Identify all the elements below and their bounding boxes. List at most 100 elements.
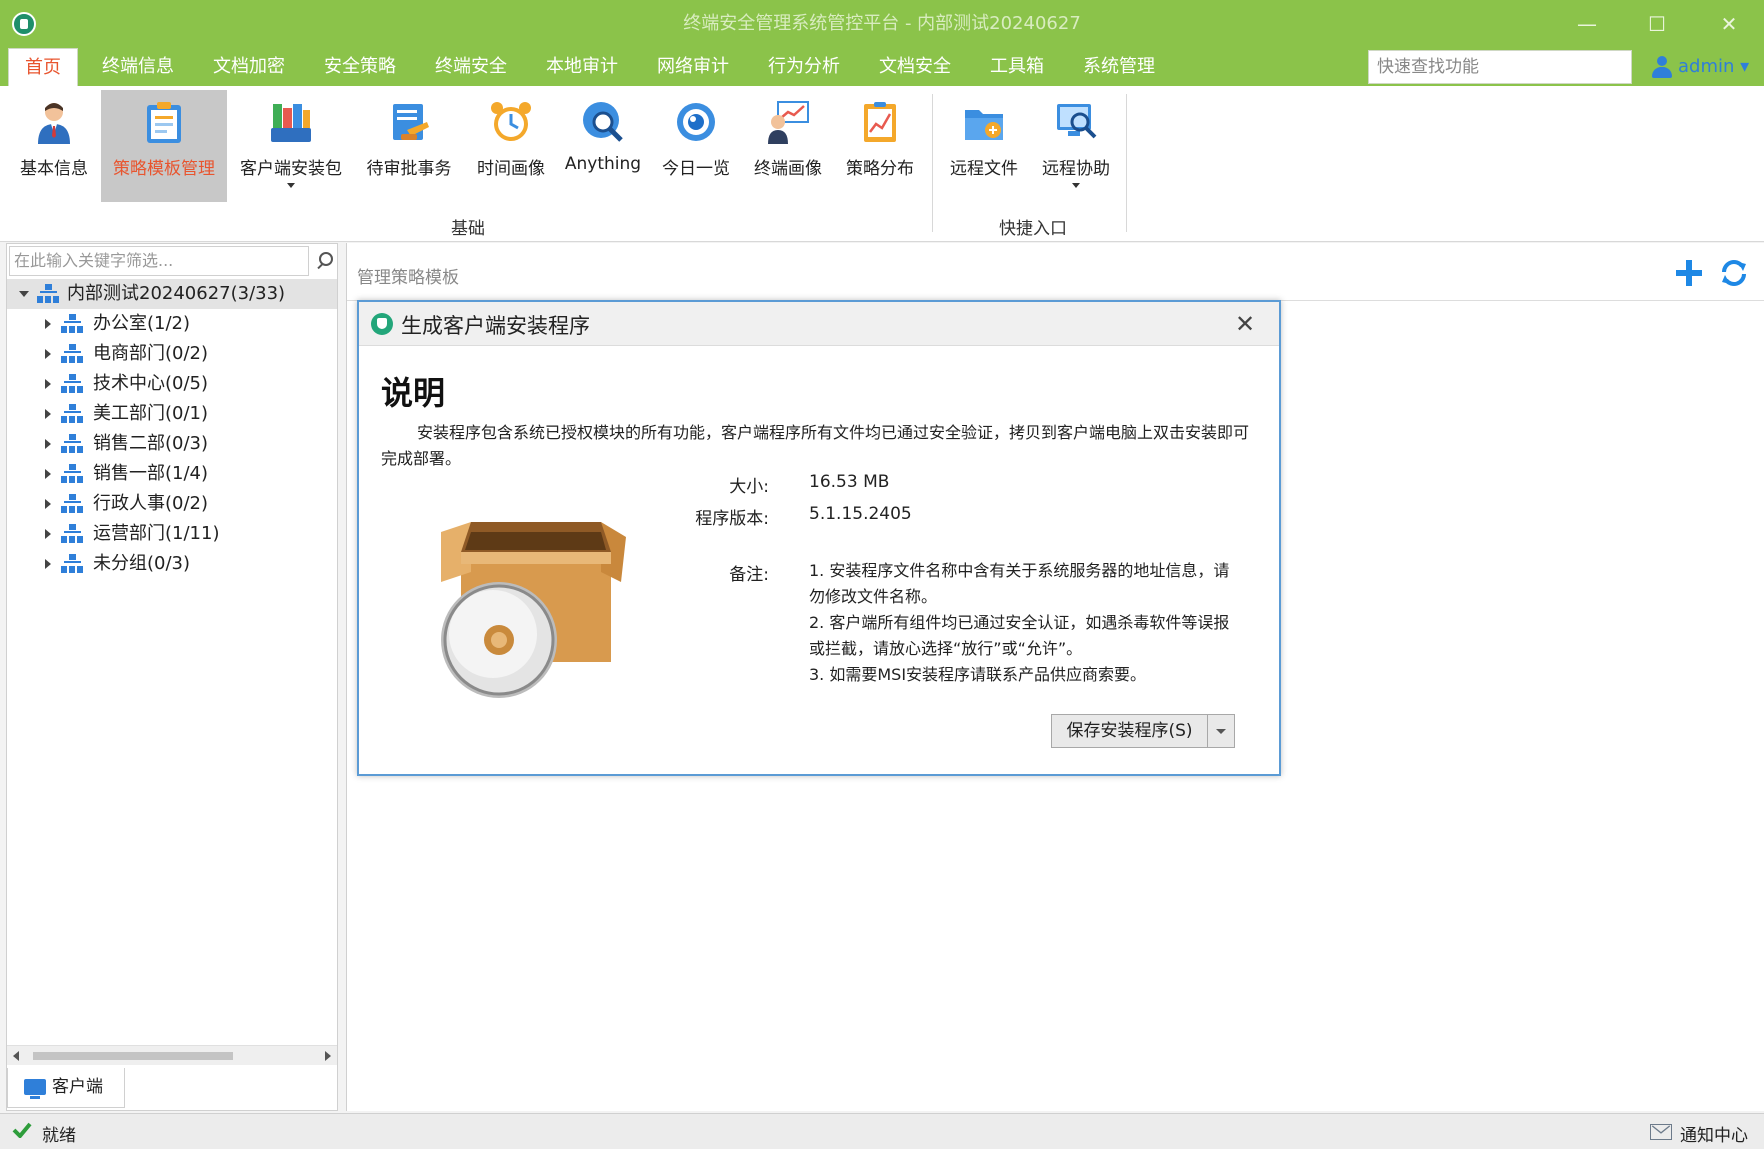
dropdown-caret-icon	[1072, 183, 1080, 188]
dialog-title: 生成客户端安装程序	[401, 314, 590, 338]
tree-item-label: 销售二部(0/3)	[93, 433, 209, 454]
tree-item[interactable]: 美工部门(0/1)	[7, 399, 337, 429]
close-window-button[interactable]: ✕	[1694, 0, 1764, 48]
ribbon-anything[interactable]: Anything	[558, 90, 648, 202]
save-dropdown-icon[interactable]	[1208, 715, 1234, 747]
user-chart-icon	[768, 101, 809, 144]
ribbon-time-profile[interactable]: 时间画像	[467, 90, 555, 202]
tab-doc-security[interactable]: 文档安全	[867, 48, 963, 86]
tab-network-audit[interactable]: 网络审计	[645, 48, 741, 86]
ribbon-basic-info[interactable]: 基本信息	[8, 90, 100, 202]
size-label: 大小:	[729, 477, 769, 497]
mail-icon	[1650, 1124, 1672, 1140]
minimize-button[interactable]: —	[1552, 0, 1622, 48]
note-item: 1. 安装程序文件名称中含有关于系统服务器的地址信息，请勿修改文件名称。	[809, 561, 1230, 606]
tab-security-policy[interactable]: 安全策略	[312, 48, 408, 86]
tab-client-label: 客户端	[52, 1077, 103, 1097]
content-title: 管理策略模板	[357, 268, 459, 288]
org-icon	[61, 494, 83, 514]
ribbon-remote-assist[interactable]: 远程协助	[1030, 90, 1122, 202]
tree-item-label: 行政人事(0/2)	[93, 493, 209, 514]
tree-filter-input[interactable]: 在此输入关键字筛选...	[9, 246, 309, 276]
add-icon[interactable]	[1675, 259, 1703, 287]
scroll-right-icon[interactable]	[325, 1051, 331, 1061]
org-icon	[37, 284, 59, 304]
title-bar: 终端安全管理系统管控平台 - 内部测试20240627 — ☐ ✕	[0, 0, 1764, 48]
status-text: 就绪	[42, 1126, 76, 1146]
monitor-icon	[24, 1079, 46, 1099]
ribbon-remote-file[interactable]: 远程文件	[940, 90, 1028, 202]
tab-terminal-info[interactable]: 终端信息	[90, 48, 186, 86]
note-item: 2. 客户端所有组件均已通过安全认证，如遇杀毒软件等误报或拦截，请放心选择“放行…	[809, 613, 1230, 658]
ribbon-pending-approval[interactable]: 待审批事务	[355, 90, 463, 202]
tab-local-audit[interactable]: 本地审计	[534, 48, 630, 86]
user-menu[interactable]: admin ▾	[1648, 50, 1749, 84]
version-label: 程序版本:	[695, 509, 769, 529]
globe-search-icon	[583, 102, 623, 142]
tree-item[interactable]: 电商部门(0/2)	[7, 339, 337, 369]
scroll-thumb[interactable]	[33, 1052, 233, 1060]
expand-arrow-icon[interactable]	[45, 529, 51, 539]
expand-arrow-icon[interactable]	[45, 319, 51, 329]
refresh-icon[interactable]	[1719, 258, 1749, 288]
ribbon-group-separator	[932, 94, 933, 232]
ribbon-terminal-profile[interactable]: 终端画像	[742, 90, 834, 202]
tree-item[interactable]: 销售一部(1/4)	[7, 459, 337, 489]
horizontal-scrollbar[interactable]	[7, 1045, 337, 1065]
search-icon[interactable]	[311, 246, 337, 276]
tree-item[interactable]: 未分组(0/3)	[7, 549, 337, 579]
ribbon-policy-template[interactable]: 策略模板管理	[101, 90, 227, 202]
tree-item-label: 运营部门(1/11)	[93, 523, 220, 544]
expand-arrow-icon[interactable]	[45, 379, 51, 389]
tree-item[interactable]: 办公室(1/2)	[7, 309, 337, 339]
menu-bar: 首页 终端信息 文档加密 安全策略 终端安全 本地审计 网络审计 行为分析 文档…	[0, 48, 1764, 86]
ribbon: 基本信息 策略模板管理 客户端安装包 待审批事务 时间画像 Anything 今…	[0, 86, 1764, 242]
org-icon	[61, 374, 83, 394]
collapse-arrow-icon[interactable]	[19, 291, 29, 297]
save-installer-button[interactable]: 保存安装程序(S)	[1051, 714, 1235, 748]
version-value: 5.1.15.2405	[809, 504, 912, 524]
ribbon-today-overview[interactable]: 今日一览	[652, 90, 740, 202]
dialog-close-button[interactable]: ✕	[1231, 310, 1259, 338]
tree-item[interactable]: 技术中心(0/5)	[7, 369, 337, 399]
tab-system-management[interactable]: 系统管理	[1071, 48, 1167, 86]
tab-terminal-security[interactable]: 终端安全	[423, 48, 519, 86]
scroll-left-icon[interactable]	[13, 1051, 19, 1061]
tree-root-row[interactable]: 内部测试20240627(3/33)	[7, 279, 337, 309]
window-title: 终端安全管理系统管控平台 - 内部测试20240627	[683, 13, 1081, 34]
tab-toolbox[interactable]: 工具箱	[978, 48, 1056, 86]
notes-list: 1. 安装程序文件名称中含有关于系统服务器的地址信息，请勿修改文件名称。 2. …	[809, 558, 1241, 688]
dialog-title-bar: 生成客户端安装程序 ✕	[359, 302, 1279, 346]
quick-search-input[interactable]: 快速查找功能	[1368, 50, 1632, 84]
maximize-button[interactable]: ☐	[1622, 0, 1692, 48]
tree-item[interactable]: 运营部门(1/11)	[7, 519, 337, 549]
expand-arrow-icon[interactable]	[45, 499, 51, 509]
ribbon-client-package[interactable]: 客户端安装包	[229, 90, 353, 202]
installer-box-icon	[441, 522, 626, 698]
clock-icon	[491, 102, 531, 141]
dialog-heading: 说明	[381, 374, 446, 412]
expand-arrow-icon[interactable]	[45, 349, 51, 359]
note-item: 3. 如需要MSI安装程序请联系产品供应商索要。	[809, 665, 1147, 684]
tab-doc-encryption[interactable]: 文档加密	[201, 48, 297, 86]
tree-item[interactable]: 销售二部(0/3)	[7, 429, 337, 459]
tab-behavior-analysis[interactable]: 行为分析	[756, 48, 852, 86]
tab-client[interactable]: 客户端	[7, 1068, 125, 1108]
package-icon	[271, 104, 311, 142]
tree-root-label: 内部测试20240627(3/33)	[67, 283, 286, 304]
ribbon-group-shortcuts: 快捷入口	[999, 219, 1067, 239]
remote-assist-icon	[1057, 104, 1097, 139]
expand-arrow-icon[interactable]	[45, 559, 51, 569]
user-name: admin ▾	[1678, 56, 1750, 77]
expand-arrow-icon[interactable]	[45, 439, 51, 449]
expand-arrow-icon[interactable]	[45, 469, 51, 479]
notification-center[interactable]: 通知中心	[1648, 1121, 1748, 1146]
tree-item[interactable]: 行政人事(0/2)	[7, 489, 337, 519]
tree-item-label: 销售一部(1/4)	[93, 463, 209, 484]
org-tree-panel: 在此输入关键字筛选... 内部测试20240627(3/33) 办公室(1/2)…	[6, 243, 338, 1111]
ribbon-policy-distribution[interactable]: 策略分布	[836, 90, 924, 202]
approval-icon	[393, 104, 429, 140]
save-installer-label[interactable]: 保存安装程序(S)	[1052, 715, 1208, 747]
expand-arrow-icon[interactable]	[45, 409, 51, 419]
tab-home[interactable]: 首页	[8, 48, 78, 86]
